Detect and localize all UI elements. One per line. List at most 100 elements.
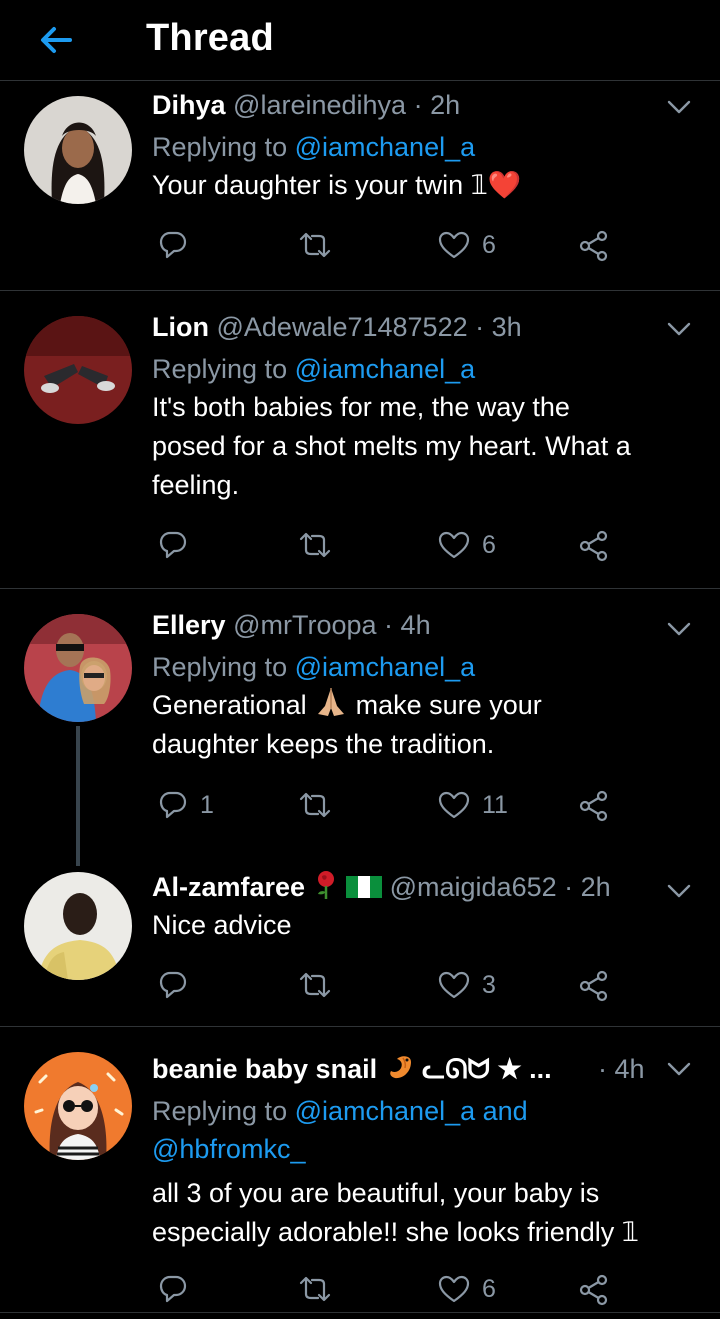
share-icon — [579, 790, 608, 822]
like-count: 6 — [482, 530, 496, 559]
like-button[interactable]: 11 — [438, 790, 508, 820]
share-button[interactable] — [578, 530, 610, 562]
like-button[interactable]: 6 — [438, 1274, 496, 1304]
reply-button[interactable] — [158, 230, 200, 260]
timestamp[interactable]: 3h — [492, 312, 522, 342]
author-handle[interactable]: @Adewale71487522 — [217, 312, 468, 342]
tweet-text-line: It's both babies for me, the way the — [152, 392, 570, 422]
reply-count: 1 — [200, 790, 214, 819]
retweet-icon — [299, 792, 331, 818]
tweet-actions: 6 — [152, 1274, 622, 1314]
separator-dot: · — [564, 872, 574, 902]
shrimp-emoji-icon — [389, 1056, 411, 1079]
author-handle[interactable]: @lareinedihya — [233, 90, 406, 120]
share-icon — [579, 1274, 608, 1306]
mention-link[interactable]: @iamchanel_a and — [295, 1096, 528, 1126]
like-button[interactable]: 3 — [438, 970, 496, 1000]
mention-link[interactable]: @iamchanel_a — [295, 652, 476, 682]
share-button[interactable] — [578, 970, 610, 1002]
replying-to-label: Replying to — [152, 1096, 288, 1126]
like-count: 3 — [482, 970, 496, 999]
reply-button[interactable]: 1 — [158, 790, 214, 820]
back-button[interactable] — [36, 20, 76, 60]
avatar[interactable] — [24, 96, 132, 204]
author-name-suffix: ᓚᘏᗢ ★ ... — [422, 1054, 552, 1084]
more-menu-button[interactable] — [666, 316, 692, 342]
reply-icon — [159, 531, 187, 559]
retweet-button[interactable] — [298, 230, 332, 260]
like-button[interactable]: 6 — [438, 230, 496, 260]
chevron-down-icon — [667, 884, 691, 898]
avatar[interactable] — [24, 316, 132, 424]
author-name[interactable]: beanie baby snail — [152, 1054, 377, 1084]
replying-to: Replying to @iamchanel_a and — [152, 1092, 697, 1130]
like-button[interactable]: 6 — [438, 530, 496, 560]
nigeria-flag-icon — [346, 876, 383, 898]
timestamp-group: · 4h — [598, 1052, 645, 1086]
heart-icon — [438, 971, 470, 999]
retweet-button[interactable] — [298, 970, 332, 1000]
tweet[interactable]: Al-zamfaree @maigida652 · 2h Nice advice — [0, 870, 720, 1026]
mention-link[interactable]: @iamchanel_a — [295, 132, 476, 162]
share-button[interactable] — [578, 230, 610, 262]
replying-to: Replying to @iamchanel_a — [152, 350, 697, 388]
separator-dot: · — [598, 1054, 607, 1084]
tweet-text-line: posed for a shot melts my heart. What a — [152, 431, 631, 461]
more-menu-button[interactable] — [666, 94, 692, 120]
timestamp[interactable]: 2h — [430, 90, 460, 120]
retweet-button[interactable] — [298, 530, 332, 560]
retweet-icon — [299, 1276, 331, 1302]
author-name[interactable]: Ellery — [152, 610, 226, 640]
divider — [0, 1026, 720, 1027]
timestamp[interactable]: 4h — [401, 610, 431, 640]
divider — [0, 588, 720, 589]
author-name[interactable]: Al-zamfaree — [152, 872, 305, 902]
mention-link[interactable]: @iamchanel_a — [295, 354, 476, 384]
tweet[interactable]: Dihya @lareinedihya · 2h Replying to @ia… — [0, 88, 720, 290]
avatar[interactable] — [24, 614, 132, 722]
like-count: 6 — [482, 230, 496, 259]
share-button[interactable] — [578, 1274, 610, 1306]
replying-to-label: Replying to — [152, 132, 288, 162]
more-menu-button[interactable] — [666, 878, 692, 904]
timestamp[interactable]: 4h — [615, 1054, 645, 1084]
reply-icon — [159, 971, 187, 999]
reply-button[interactable] — [158, 1274, 200, 1304]
more-menu-button[interactable] — [666, 616, 692, 642]
author-handle[interactable]: @maigida652 — [390, 872, 557, 902]
timestamp[interactable]: 2h — [581, 872, 611, 902]
tweet[interactable]: Lion @Adewale71487522 · 3h Replying to @… — [0, 310, 720, 588]
author-name[interactable]: Lion — [152, 312, 209, 342]
like-count: 6 — [482, 1274, 496, 1303]
tweet-text-segment: Generational — [152, 690, 307, 720]
share-button[interactable] — [578, 790, 610, 822]
folded-hands-emoji-icon — [318, 688, 345, 716]
heart-icon — [438, 1275, 470, 1303]
reply-button[interactable] — [158, 970, 200, 1000]
mention-link[interactable]: @hbfromkc_ — [152, 1130, 697, 1168]
author-handle[interactable]: @mrTroopa — [233, 610, 376, 640]
author-name[interactable]: Dihya — [152, 90, 226, 120]
heart-icon — [438, 231, 470, 259]
avatar[interactable] — [24, 1052, 132, 1160]
retweet-icon — [299, 532, 331, 558]
reply-icon — [159, 1275, 187, 1303]
avatar[interactable] — [24, 872, 132, 980]
retweet-button[interactable] — [298, 1274, 332, 1304]
tweet-actions: 6 — [152, 530, 622, 570]
like-count: 11 — [482, 790, 508, 819]
tweet-text-line: all 3 of you are beautiful, your baby is — [152, 1178, 600, 1208]
replying-to: Replying to @iamchanel_a — [152, 648, 697, 686]
tweet-actions: 1 11 — [152, 790, 622, 830]
divider — [0, 1312, 720, 1313]
replying-to: Replying to @iamchanel_a — [152, 128, 697, 166]
more-menu-button[interactable] — [666, 1056, 692, 1082]
tweet[interactable]: beanie baby snail ᓚᘏᗢ ★ ... Replying to … — [0, 1052, 720, 1319]
rose-emoji-icon — [317, 871, 334, 899]
tweet[interactable]: Ellery @mrTroopa · 4h Replying to @iamch… — [0, 608, 720, 848]
retweet-button[interactable] — [298, 790, 332, 820]
top-app-bar: Thread — [0, 0, 720, 81]
replying-to-label: Replying to — [152, 354, 288, 384]
reply-button[interactable] — [158, 530, 200, 560]
chevron-down-icon — [667, 322, 691, 336]
